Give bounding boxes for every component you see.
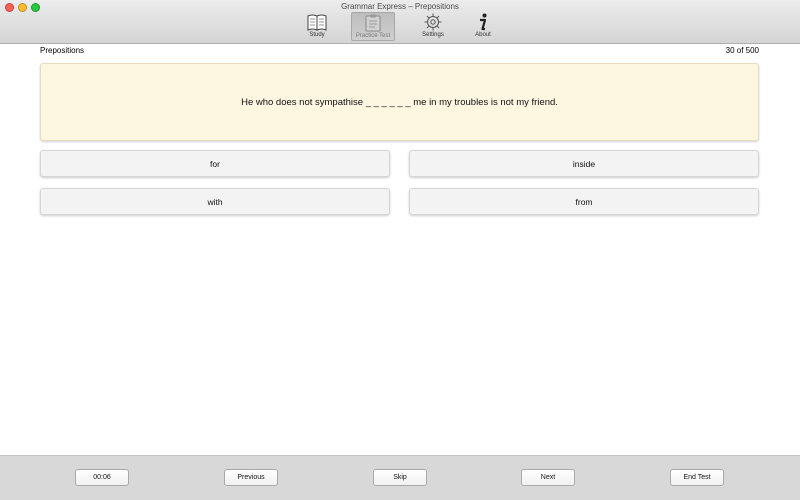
end-test-button[interactable]: End Test <box>670 469 724 486</box>
previous-button[interactable]: Previous <box>224 469 278 486</box>
answer-option-4[interactable]: from <box>409 188 759 215</box>
answer-option-2[interactable]: inside <box>409 150 759 177</box>
section-title: Prepositions <box>40 46 85 55</box>
title-bar: Grammar Express – Prepositions Study Pra… <box>0 0 800 44</box>
toolbar-settings-label: Settings <box>422 32 444 38</box>
book-icon <box>307 13 327 31</box>
timer-display: 00:06 <box>75 469 129 486</box>
app-window: Grammar Express – Prepositions Study Pra… <box>0 0 800 500</box>
window-title: Grammar Express – Prepositions <box>341 2 459 11</box>
toolbar-study[interactable]: Study <box>295 12 339 41</box>
skip-button[interactable]: Skip <box>373 469 427 486</box>
bottom-bar: 00:06 Previous Skip Next End Test <box>0 455 800 500</box>
toolbar-settings[interactable]: Settings <box>411 12 455 41</box>
question-card: He who does not sympathise _ _ _ _ _ _ m… <box>40 63 759 141</box>
toolbar-practice-test[interactable]: Practice Test <box>351 12 395 41</box>
info-icon <box>473 13 493 31</box>
gear-icon <box>423 13 443 31</box>
toolbar-about[interactable]: About <box>461 12 505 41</box>
question-text: He who does not sympathise _ _ _ _ _ _ m… <box>241 96 558 108</box>
toolbar-study-label: Study <box>309 32 325 38</box>
progress-counter: 30 of 500 <box>725 46 759 55</box>
next-button[interactable]: Next <box>521 469 575 486</box>
toolbar-about-label: About <box>475 32 491 38</box>
clipboard-icon <box>363 14 383 32</box>
answer-option-3[interactable]: with <box>40 188 390 215</box>
toolbar: Study Practice Test Settings About <box>0 12 800 44</box>
toolbar-practice-test-label: Practice Test <box>355 33 391 39</box>
answer-option-1[interactable]: for <box>40 150 390 177</box>
